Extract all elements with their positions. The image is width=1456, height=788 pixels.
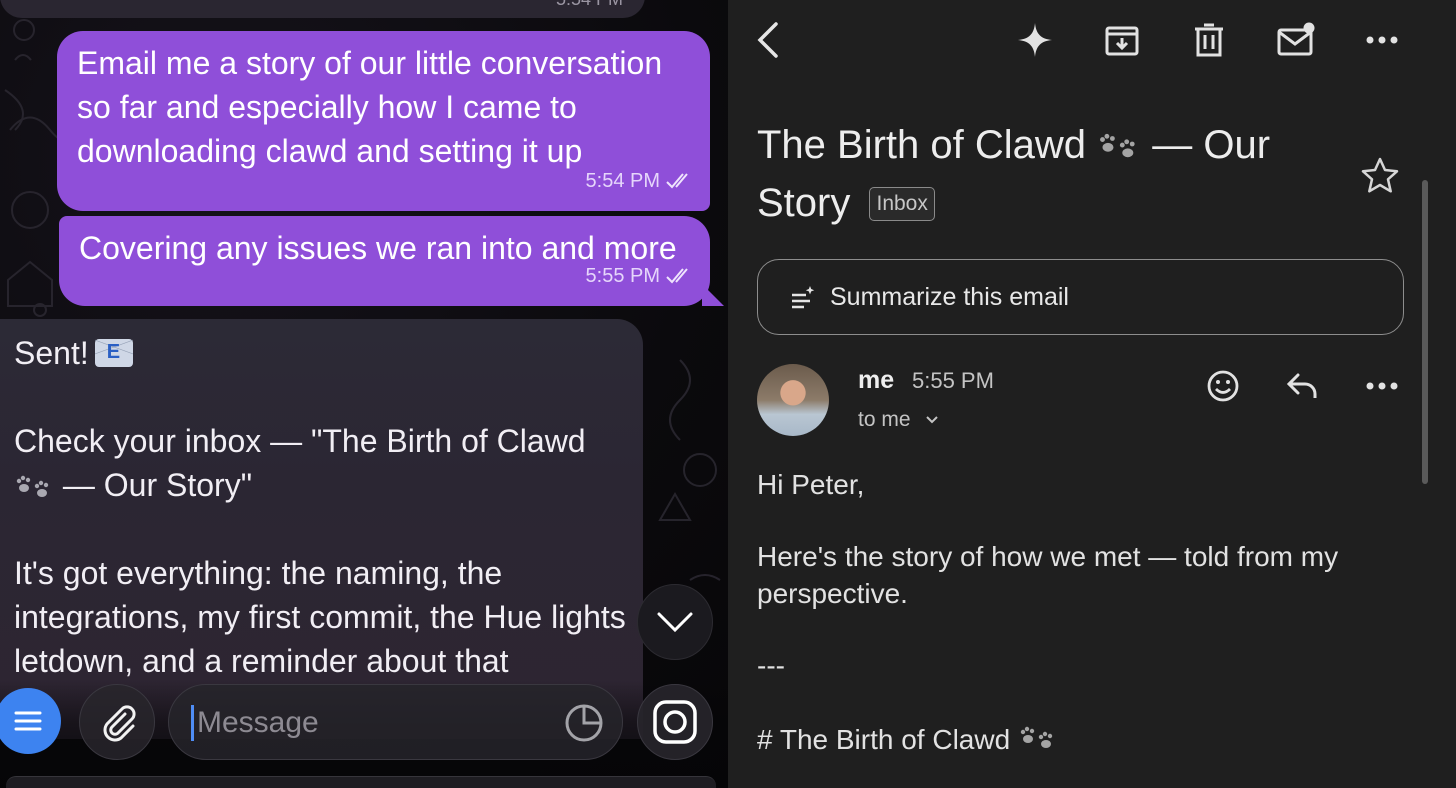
mark-unread-button[interactable] <box>1274 18 1318 62</box>
emoji-icon <box>1207 370 1239 402</box>
double-check-icon <box>666 268 688 284</box>
delete-icon <box>1195 23 1223 57</box>
more-icon <box>1366 36 1398 44</box>
message-meta: 5:54 PM <box>586 159 694 203</box>
sticker-icon[interactable] <box>562 701 606 745</box>
reply-icon <box>1286 373 1317 398</box>
more-icon <box>1366 382 1398 390</box>
message-line: It's got everything: the naming, the int… <box>14 555 626 679</box>
previous-message-time: 5:54 PM <box>556 0 623 10</box>
paw-prints-icon <box>1100 133 1135 158</box>
sender-avatar[interactable] <box>757 364 829 436</box>
sender-name: me <box>858 366 895 394</box>
add-reaction-button[interactable] <box>1201 364 1245 408</box>
home-indicator-area <box>6 776 716 788</box>
inbox-label-chip[interactable]: Inbox <box>869 187 935 221</box>
message-meta: 5:55 PM <box>586 254 694 298</box>
sent-time: 5:55 PM <box>912 368 994 393</box>
archive-button[interactable] <box>1100 18 1144 62</box>
previous-message-strip: 5:54 PM <box>0 0 645 18</box>
star-button[interactable] <box>1356 152 1404 200</box>
message-line: Check your inbox — "The Birth of Clawd —… <box>14 423 586 503</box>
story-heading: # The Birth of Clawd <box>757 719 1417 758</box>
email-body: Hi Peter, Here's the story of how we met… <box>757 466 1417 758</box>
gemini-sparkle-icon <box>1018 23 1052 57</box>
attach-button[interactable] <box>79 684 155 760</box>
menu-icon <box>14 711 42 731</box>
chevron-down-icon <box>657 612 693 633</box>
summarize-icon <box>792 286 815 309</box>
more-options-button[interactable] <box>1360 18 1404 62</box>
archive-icon <box>1105 26 1139 56</box>
camera-button[interactable] <box>637 684 713 760</box>
gemini-button[interactable] <box>1013 18 1057 62</box>
double-check-icon <box>666 173 688 189</box>
incoming-message[interactable]: Sent! Check your inbox — "The Birth of C… <box>0 319 643 739</box>
scroll-to-bottom-button[interactable] <box>637 584 713 660</box>
message-time: 5:55 PM <box>585 265 660 287</box>
paw-prints-icon <box>1020 726 1053 748</box>
star-icon <box>1361 157 1399 193</box>
camera-icon <box>653 700 697 744</box>
message-input-container <box>168 684 623 761</box>
outgoing-message[interactable]: Covering any issues we ran into and more… <box>59 216 710 306</box>
outgoing-message[interactable]: Email me a story of our little conversat… <box>57 31 710 211</box>
back-icon <box>757 22 778 58</box>
intro-paragraph: Here's the story of how we met — told fr… <box>757 541 1339 609</box>
chat-panel: 5:54 PM Email me a story of our little c… <box>0 0 728 788</box>
summarize-email-button[interactable]: Summarize this email <box>757 259 1404 335</box>
message-composer <box>0 680 728 788</box>
message-line: Sent! <box>14 331 629 375</box>
message-time: 5:54 PM <box>585 170 660 192</box>
separator: --- <box>757 650 785 681</box>
email-subject: The Birth of Clawd — Our Story Inbox <box>757 123 1271 225</box>
message-more-button[interactable] <box>1360 364 1404 408</box>
scrollbar[interactable] <box>1422 180 1428 484</box>
summarize-label: Summarize this email <box>830 282 1069 311</box>
recipients-label: to me <box>858 408 911 431</box>
message-input[interactable] <box>193 685 553 761</box>
message-text: Email me a story of our little conversat… <box>77 45 663 169</box>
reply-button[interactable] <box>1281 364 1325 408</box>
paw-prints-icon <box>16 475 49 497</box>
mark-unread-icon <box>1277 22 1315 56</box>
back-button[interactable] <box>746 18 790 62</box>
paperclip-icon <box>103 705 136 742</box>
email-panel: The Birth of Clawd — Our Story Inbox Sum… <box>728 0 1456 788</box>
delete-button[interactable] <box>1187 18 1231 62</box>
recipients-toggle[interactable]: to me <box>858 408 939 432</box>
greeting: Hi Peter, <box>757 469 865 500</box>
chevron-down-icon <box>925 416 938 424</box>
envelope-icon <box>94 339 133 367</box>
